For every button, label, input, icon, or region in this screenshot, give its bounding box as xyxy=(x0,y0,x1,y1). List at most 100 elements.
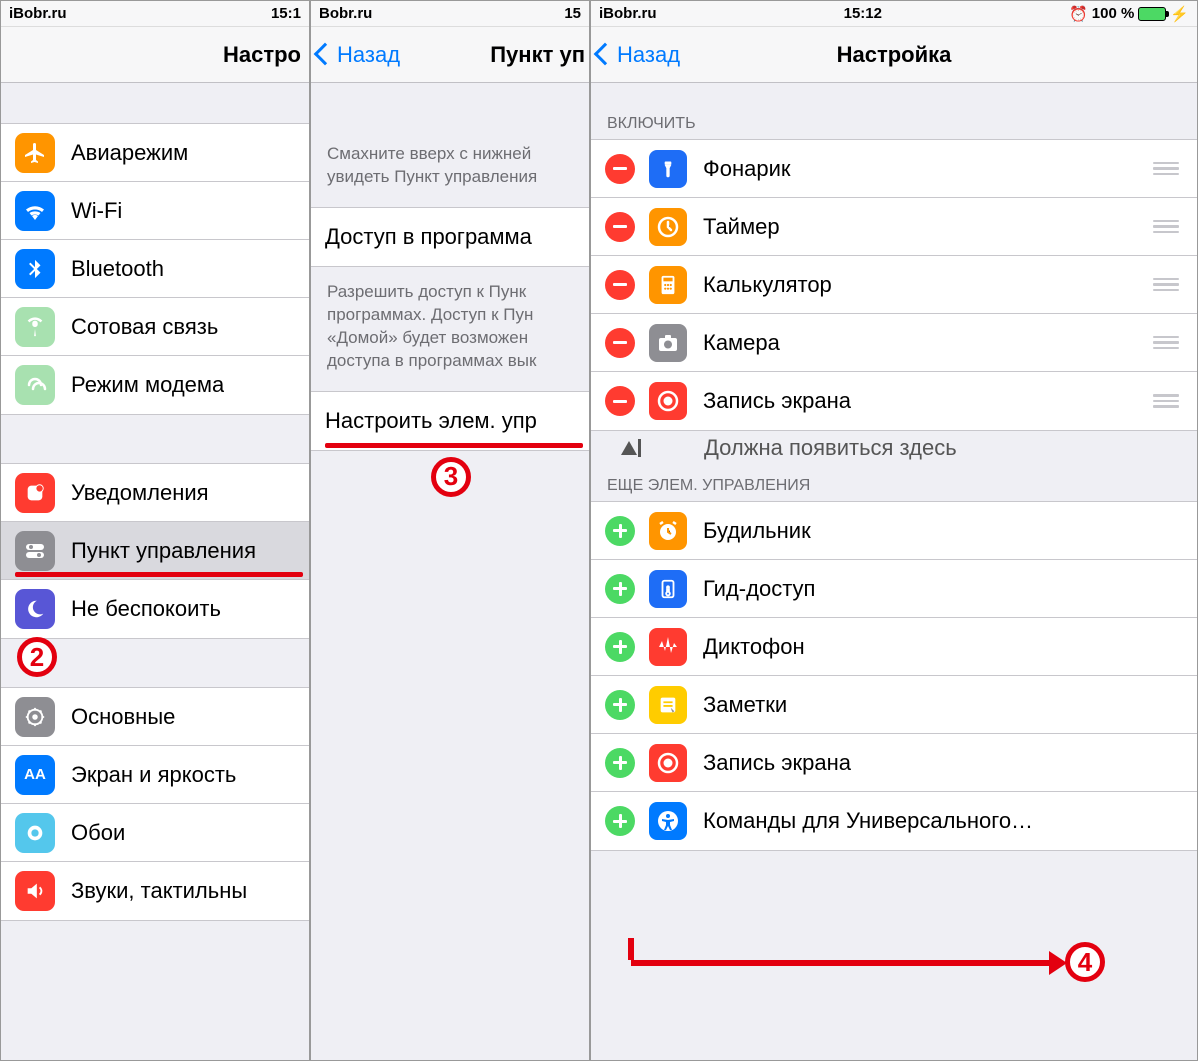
sounds-icon xyxy=(15,871,55,911)
access-in-apps-row[interactable]: Доступ в программа xyxy=(311,208,589,266)
more-row-accessibility[interactable]: Команды для Универсального… xyxy=(591,792,1197,850)
add-button[interactable] xyxy=(605,632,635,662)
highlight-underline xyxy=(325,443,583,448)
chevron-left-icon xyxy=(597,42,615,68)
row-label: Звуки, тактильны xyxy=(71,878,247,904)
nav-title: Пункт уп xyxy=(490,42,585,68)
record-icon xyxy=(649,382,687,420)
row-label: Диктофон xyxy=(703,634,805,660)
control-center-icon xyxy=(15,531,55,571)
include-row-flashlight[interactable]: Фонарик xyxy=(591,140,1197,198)
settings-row-cellular[interactable]: Сотовая связь xyxy=(1,298,309,356)
include-row-record[interactable]: Запись экрана xyxy=(591,372,1197,430)
row-label: Экран и яркость xyxy=(71,762,236,788)
add-button[interactable] xyxy=(605,690,635,720)
battery-percent: 100 % xyxy=(1092,5,1135,22)
flashlight-icon xyxy=(649,150,687,188)
more-row-alarm[interactable]: Будильник xyxy=(591,502,1197,560)
notifications-icon xyxy=(15,473,55,513)
status-bar: iBobr.ru 15:12 ⏰ 100 % ⚡ xyxy=(591,1,1197,27)
voice-icon xyxy=(649,628,687,666)
calculator-icon xyxy=(649,266,687,304)
more-row-voice[interactable]: Диктофон xyxy=(591,618,1197,676)
row-label: Основные xyxy=(71,704,175,730)
content[interactable]: ВКЛЮЧИТЬ Фонарик Таймер Калькулятор Камера З… xyxy=(591,83,1197,1060)
nav-title: Настройка xyxy=(837,42,952,68)
include-row-camera[interactable]: Камера xyxy=(591,314,1197,372)
accessibility-icon xyxy=(649,802,687,840)
settings-list[interactable]: Авиарежим Wi-Fi Bluetooth Сотовая связь Режи… xyxy=(1,83,309,1060)
reorder-handle[interactable] xyxy=(1153,162,1183,176)
remove-button[interactable] xyxy=(605,154,635,184)
include-row-calculator[interactable]: Калькулятор xyxy=(591,256,1197,314)
description-text-2: Разрешить доступ к Пунк программах. Дост… xyxy=(311,267,589,391)
nav-bar: Настро xyxy=(1,27,309,83)
record-icon xyxy=(649,744,687,782)
add-button[interactable] xyxy=(605,748,635,778)
settings-row-general[interactable]: Основные xyxy=(1,688,309,746)
row-label: Заметки xyxy=(703,692,787,718)
status-right: ⏰ 100 % ⚡ xyxy=(1069,5,1189,23)
reorder-handle[interactable] xyxy=(1153,394,1183,408)
guided-icon xyxy=(649,570,687,608)
charging-icon: ⚡ xyxy=(1170,5,1189,23)
more-row-guided[interactable]: Гид-доступ xyxy=(591,560,1197,618)
remove-button[interactable] xyxy=(605,212,635,242)
settings-row-display[interactable]: AA Экран и яркость xyxy=(1,746,309,804)
remove-button[interactable] xyxy=(605,386,635,416)
customize-controls-panel: iBobr.ru 15:12 ⏰ 100 % ⚡ Назад Настройка… xyxy=(590,0,1198,1061)
customize-controls-row[interactable]: Настроить элем. упр xyxy=(311,392,589,450)
settings-row-control-center[interactable]: Пункт управления xyxy=(1,522,309,580)
back-button[interactable]: Назад xyxy=(317,42,400,68)
row-label: Wi-Fi xyxy=(71,198,122,224)
step-badge-3: 3 xyxy=(431,457,471,497)
settings-row-wallpaper[interactable]: Обои xyxy=(1,804,309,862)
bluetooth-icon xyxy=(15,249,55,289)
row-label: Запись экрана xyxy=(703,750,851,776)
section-include: ВКЛЮЧИТЬ xyxy=(591,83,1197,139)
row-label: Режим модема xyxy=(71,372,224,398)
remove-button[interactable] xyxy=(605,328,635,358)
settings-row-notifications[interactable]: Уведомления xyxy=(1,464,309,522)
settings-row-bluetooth[interactable]: Bluetooth xyxy=(1,240,309,298)
clock-label: 15:12 xyxy=(844,5,882,22)
include-row-timer[interactable]: Таймер xyxy=(591,198,1197,256)
settings-row-hotspot[interactable]: Режим модема xyxy=(1,356,309,414)
more-row-record[interactable]: Запись экрана xyxy=(591,734,1197,792)
back-button[interactable]: Назад xyxy=(597,42,680,68)
display-icon: AA xyxy=(15,755,55,795)
reorder-handle[interactable] xyxy=(1153,220,1183,234)
airplane-icon xyxy=(15,133,55,173)
add-button[interactable] xyxy=(605,516,635,546)
chevron-left-icon xyxy=(317,42,335,68)
row-label: Авиарежим xyxy=(71,140,188,166)
row-label: Сотовая связь xyxy=(71,314,218,340)
carrier-label: iBobr.ru xyxy=(9,5,67,22)
more-row-notes[interactable]: Заметки xyxy=(591,676,1197,734)
content: Смахните вверх с нижней увидеть Пункт уп… xyxy=(311,83,589,1060)
annotation-text: Должна появиться здесь xyxy=(591,431,1197,467)
nav-bar: Назад Пункт уп xyxy=(311,27,589,83)
row-label: Камера xyxy=(703,330,780,356)
arrow-up-icon xyxy=(621,441,637,455)
reorder-handle[interactable] xyxy=(1153,336,1183,350)
remove-button[interactable] xyxy=(605,270,635,300)
settings-row-sounds[interactable]: Звуки, тактильны xyxy=(1,862,309,920)
add-button[interactable] xyxy=(605,806,635,836)
alarm-icon xyxy=(649,512,687,550)
settings-row-airplane[interactable]: Авиарежим xyxy=(1,124,309,182)
settings-root-panel: iBobr.ru 15:1 Настро АвиарежимWi-FiBluet… xyxy=(0,0,310,1061)
add-button[interactable] xyxy=(605,574,635,604)
row-label: Калькулятор xyxy=(703,272,832,298)
settings-row-dnd[interactable]: Не беспокоить xyxy=(1,580,309,638)
settings-row-wifi[interactable]: Wi-Fi xyxy=(1,182,309,240)
reorder-handle[interactable] xyxy=(1153,278,1183,292)
row-label: Таймер xyxy=(703,214,780,240)
cellular-icon xyxy=(15,307,55,347)
nav-bar: Назад Настройка xyxy=(591,27,1197,83)
row-label: Гид-доступ xyxy=(703,576,815,602)
row-label: Bluetooth xyxy=(71,256,164,282)
alarm-icon: ⏰ xyxy=(1069,5,1088,23)
back-label: Назад xyxy=(617,42,680,68)
control-center-panel: Bobr.ru 15 Назад Пункт уп Смахните вверх… xyxy=(310,0,590,1061)
